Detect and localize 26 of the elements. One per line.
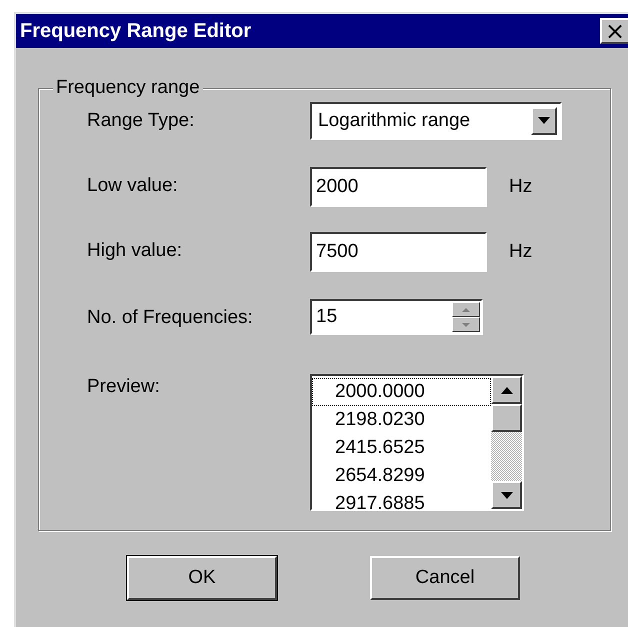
cancel-button[interactable]: Cancel (370, 556, 520, 600)
range-type-dropdown[interactable]: Logarithmic range (310, 102, 562, 140)
scroll-down-icon[interactable] (491, 481, 522, 509)
unit-label: Hz (509, 176, 532, 198)
list-item[interactable]: 2415.6525 (312, 434, 491, 462)
frequencies-spin-field[interactable]: 15 (310, 299, 483, 335)
unit-label: Hz (509, 241, 532, 263)
field-label: No. of Frequencies: (87, 306, 254, 330)
spin-down-icon[interactable] (452, 317, 480, 332)
group-title: Frequency range (53, 77, 203, 99)
close-button[interactable]: × (600, 18, 628, 44)
low-value-field[interactable]: 2000 (310, 167, 487, 207)
window-title: Frequency Range Editor (20, 20, 252, 42)
field-label: Preview: (87, 375, 161, 399)
list-item[interactable]: 2654.8299 (312, 462, 491, 490)
field-label: Range Type: (87, 109, 196, 133)
preview-list[interactable]: 2000.0000 2198.0230 2415.6525 2654.8299 2917.6885 (310, 374, 524, 511)
field-label: High value: (87, 239, 184, 263)
field-label: Low value: (87, 174, 179, 198)
scroll-up-icon[interactable] (491, 376, 522, 404)
list-item[interactable]: 2198.0230 (312, 406, 491, 434)
high-value-field[interactable]: 7500 (310, 232, 487, 272)
ok-button[interactable]: OK (127, 556, 277, 600)
scroll-thumb[interactable] (491, 404, 522, 432)
scrollbar[interactable] (491, 376, 522, 509)
spin-up-icon[interactable] (452, 302, 480, 317)
